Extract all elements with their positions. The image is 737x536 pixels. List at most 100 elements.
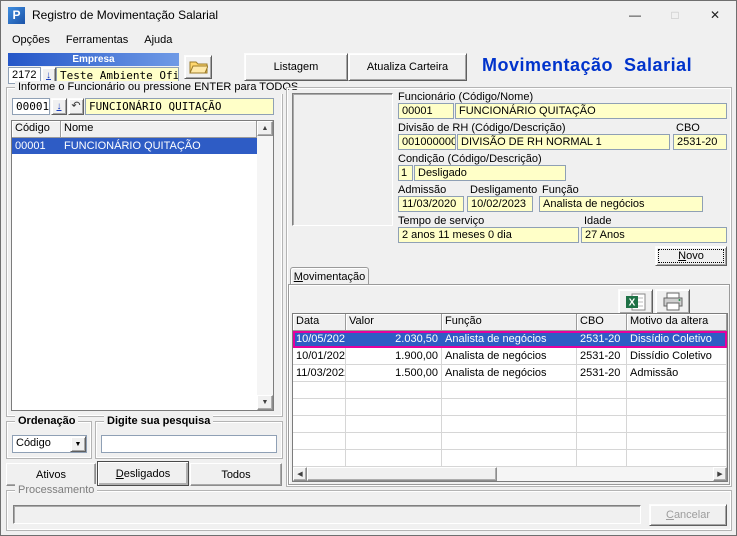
scroll-left-icon[interactable]: ◀ bbox=[293, 467, 307, 481]
search-input[interactable] bbox=[101, 435, 277, 453]
funcionario-name-field[interactable]: FUNCIONÁRIO QUITAÇÃO bbox=[455, 103, 727, 119]
novo-button[interactable]: Novo bbox=[655, 246, 727, 266]
scroll-down-icon[interactable]: ▼ bbox=[257, 395, 273, 410]
divisao-code-field[interactable]: 001000000 bbox=[398, 134, 456, 150]
condicao-code-field[interactable]: 1 bbox=[398, 165, 413, 181]
movement-cell-motivo: Admissão bbox=[627, 365, 727, 382]
ordenacao-select[interactable]: Código ▼ bbox=[12, 435, 87, 453]
maximize-icon[interactable]: □ bbox=[655, 1, 695, 29]
listagem-button-label: Listagem bbox=[274, 61, 319, 73]
column-header-codigo[interactable]: Código bbox=[12, 121, 61, 138]
admissao-label: Admissão bbox=[398, 184, 446, 196]
ordenacao-group-label: Ordenação bbox=[15, 415, 78, 428]
column-header-motivo[interactable]: Motivo da altera bbox=[627, 314, 727, 331]
movement-cell-cbo: 2531-20 bbox=[577, 348, 627, 365]
divisao-name-field[interactable]: DIVISÃO DE RH NORMAL 1 bbox=[457, 134, 670, 150]
column-header-nome[interactable]: Nome bbox=[61, 121, 257, 138]
funcionario-code-field[interactable]: 00001 bbox=[398, 103, 454, 119]
movement-empty-row bbox=[293, 382, 727, 399]
close-icon[interactable]: ✕ bbox=[695, 1, 735, 29]
tab-movimentacao[interactable]: Movimentação bbox=[290, 267, 369, 285]
movement-row[interactable]: 11/03/2022 1.500,00 Analista de negócios… bbox=[293, 365, 727, 382]
print-button[interactable] bbox=[655, 289, 690, 314]
desligamento-field[interactable]: 10/02/2023 bbox=[467, 196, 533, 212]
lookup-down-icon: ↓ bbox=[57, 102, 62, 112]
window-controls: — □ ✕ bbox=[615, 1, 735, 29]
listagem-button[interactable]: Listagem bbox=[244, 53, 348, 81]
tempo-servico-label: Tempo de serviço bbox=[398, 215, 484, 227]
tab-desligados[interactable]: Desligados bbox=[97, 461, 189, 486]
funcionario-label: Funcionário (Código/Nome) bbox=[398, 91, 533, 103]
movement-cell-funcao: Analista de negócios bbox=[442, 348, 577, 365]
movement-empty-row bbox=[293, 399, 727, 416]
movements-grid-hscrollbar[interactable]: ◀ ▶ bbox=[293, 467, 727, 481]
movement-cell-funcao: Analista de negócios bbox=[442, 365, 577, 382]
employee-code-field[interactable]: 00001 bbox=[12, 98, 50, 115]
open-company-button[interactable] bbox=[184, 55, 212, 79]
empresa-caption: Empresa bbox=[8, 53, 179, 66]
employee-grid: Código Nome 00001 FUNCIONÁRIO QUITAÇÃO ▲… bbox=[11, 120, 274, 411]
column-header-valor[interactable]: Valor bbox=[346, 314, 442, 331]
window-title: Registro de Movimentação Salarial bbox=[32, 8, 218, 22]
tab-movimentacao-label: Movimentação bbox=[294, 271, 366, 283]
titlebar: P Registro de Movimentação Salarial — □ … bbox=[1, 1, 736, 29]
condicao-label: Condição (Código/Descrição) bbox=[398, 153, 542, 165]
movement-empty-row bbox=[293, 450, 727, 467]
atualiza-carteira-button-label: Atualiza Carteira bbox=[367, 61, 448, 73]
column-header-funcao[interactable]: Função bbox=[442, 314, 577, 331]
cancelar-button[interactable]: Cancelar bbox=[649, 504, 727, 526]
progress-bar bbox=[13, 505, 641, 524]
movement-empty-row bbox=[293, 433, 727, 450]
movement-cell-funcao: Analista de negócios bbox=[442, 331, 577, 348]
undo-button[interactable]: ↶ bbox=[68, 98, 84, 115]
employee-lookup-button[interactable]: ↓ bbox=[51, 98, 67, 115]
movement-row[interactable]: 10/01/2023 1.900,00 Analista de negócios… bbox=[293, 348, 727, 365]
movement-row[interactable]: 10/05/2024 2.030,50 Analista de negócios… bbox=[293, 331, 727, 348]
hscroll-thumb[interactable] bbox=[307, 467, 497, 481]
employee-row[interactable]: 00001 FUNCIONÁRIO QUITAÇÃO bbox=[12, 138, 257, 154]
cbo-field[interactable]: 2531-20 bbox=[673, 134, 727, 150]
tab-desligados-label: Desligados bbox=[116, 468, 170, 480]
movement-cell-valor: 1.500,00 bbox=[346, 365, 442, 382]
column-header-cbo[interactable]: CBO bbox=[577, 314, 627, 331]
minimize-icon[interactable]: — bbox=[615, 1, 655, 29]
scroll-right-icon[interactable]: ▶ bbox=[713, 467, 727, 481]
condicao-name-field[interactable]: Desligado bbox=[414, 165, 566, 181]
atualiza-carteira-button[interactable]: Atualiza Carteira bbox=[348, 53, 467, 81]
cancelar-button-label: Cancelar bbox=[666, 509, 710, 521]
funcao-label: Função bbox=[542, 184, 579, 196]
menu-item-ajuda[interactable]: Ajuda bbox=[136, 31, 180, 49]
employee-grid-scrollbar[interactable]: ▲ ▼ bbox=[257, 121, 273, 410]
tab-ativos[interactable]: Ativos bbox=[6, 463, 96, 486]
funcao-field[interactable]: Analista de negócios bbox=[539, 196, 703, 212]
folder-open-icon bbox=[189, 60, 208, 74]
excel-icon: X bbox=[626, 293, 646, 311]
admissao-field[interactable]: 11/03/2020 bbox=[398, 196, 464, 212]
movement-cell-cbo: 2531-20 bbox=[577, 331, 627, 348]
export-excel-button[interactable]: X bbox=[618, 289, 653, 314]
idade-label: Idade bbox=[584, 215, 612, 227]
menubar: Opções Ferramentas Ajuda bbox=[1, 29, 736, 50]
tab-todos[interactable]: Todos bbox=[190, 463, 282, 486]
desligamento-label: Desligamento bbox=[470, 184, 537, 196]
movement-cell-data: 11/03/2022 bbox=[293, 365, 346, 382]
printer-icon bbox=[662, 292, 684, 311]
pesquisa-group-label: Digite sua pesquisa bbox=[104, 415, 213, 428]
scroll-up-icon[interactable]: ▲ bbox=[257, 121, 273, 136]
idade-field[interactable]: 27 Anos bbox=[581, 227, 727, 243]
menu-item-ferramentas[interactable]: Ferramentas bbox=[58, 31, 136, 49]
ordenacao-selected-value: Código bbox=[16, 437, 51, 449]
chevron-down-icon[interactable]: ▼ bbox=[70, 436, 86, 452]
page-title: Movimentação Salarial bbox=[482, 55, 692, 76]
movement-cell-data: 10/01/2023 bbox=[293, 348, 346, 365]
movement-cell-valor: 1.900,00 bbox=[346, 348, 442, 365]
employee-row-nome: FUNCIONÁRIO QUITAÇÃO bbox=[61, 138, 257, 154]
employee-name-field[interactable]: FUNCIONÁRIO QUITAÇÃO bbox=[85, 98, 274, 115]
movement-cell-motivo: Dissídio Coletivo bbox=[627, 331, 727, 348]
column-header-data[interactable]: Data bbox=[293, 314, 346, 331]
employee-row-codigo: 00001 bbox=[12, 138, 61, 154]
novo-button-label: Novo bbox=[678, 250, 704, 262]
menu-item-opcoes[interactable]: Opções bbox=[4, 31, 58, 49]
tempo-servico-field[interactable]: 2 anos 11 meses 0 dia bbox=[398, 227, 579, 243]
movement-cell-valor: 2.030,50 bbox=[346, 331, 442, 348]
